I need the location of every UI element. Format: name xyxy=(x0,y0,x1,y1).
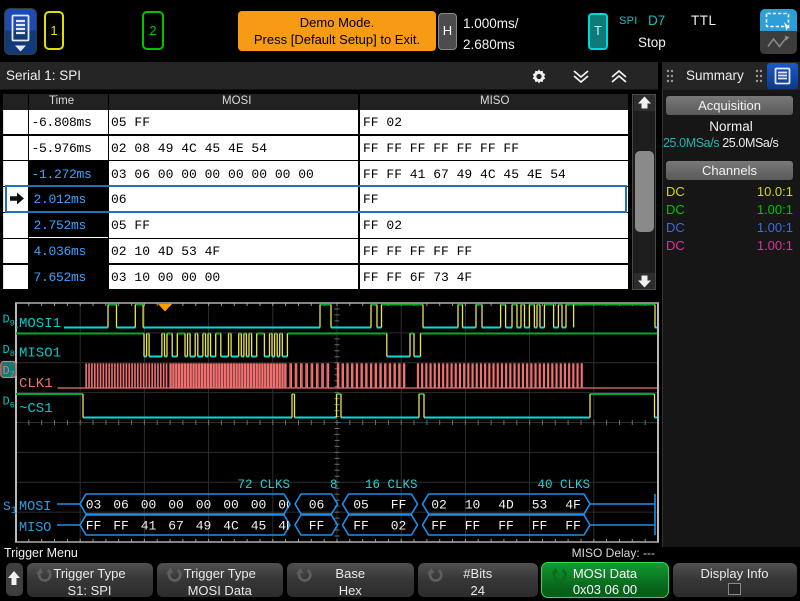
svg-text:02: 02 xyxy=(431,498,447,513)
svg-text:FF: FF xyxy=(309,519,325,534)
svg-text:00: 00 xyxy=(196,498,212,513)
svg-text:FF: FF xyxy=(391,498,407,513)
svg-text:D6: D6 xyxy=(3,394,15,410)
svg-text:06: 06 xyxy=(309,498,325,513)
svg-text:4F: 4F xyxy=(565,498,581,513)
svg-text:D9: D9 xyxy=(3,313,15,329)
svg-text:00: 00 xyxy=(251,498,267,513)
svg-text:45: 45 xyxy=(251,519,267,534)
svg-text:4D: 4D xyxy=(498,498,514,513)
svg-text:00: 00 xyxy=(278,498,294,513)
svg-text:49: 49 xyxy=(196,519,212,534)
svg-text:10: 10 xyxy=(465,498,481,513)
svg-text:40 CLKS: 40 CLKS xyxy=(537,478,590,492)
svg-text:67: 67 xyxy=(168,519,184,534)
svg-text:03: 03 xyxy=(86,498,102,513)
svg-text:MOSI1: MOSI1 xyxy=(19,316,61,332)
svg-text:00: 00 xyxy=(168,498,184,513)
svg-text:CLK1: CLK1 xyxy=(19,376,53,392)
svg-text:D8: D8 xyxy=(3,343,15,359)
svg-text:72 CLKS: 72 CLKS xyxy=(237,478,290,492)
svg-text:MISO: MISO xyxy=(19,521,51,536)
svg-text:FF: FF xyxy=(498,519,514,534)
svg-text:MOSI: MOSI xyxy=(19,500,51,515)
svg-text:MISO1: MISO1 xyxy=(19,346,61,362)
svg-text:~CS1: ~CS1 xyxy=(19,401,53,417)
svg-text:4E: 4E xyxy=(278,519,294,534)
svg-text:FF: FF xyxy=(465,519,481,534)
svg-text:41: 41 xyxy=(141,519,157,534)
svg-text:FF: FF xyxy=(353,519,369,534)
svg-text:02: 02 xyxy=(391,519,407,534)
svg-text:05: 05 xyxy=(353,498,369,513)
svg-text:06: 06 xyxy=(113,498,129,513)
svg-text:FF: FF xyxy=(86,519,102,534)
svg-text:53: 53 xyxy=(532,498,548,513)
svg-text:4C: 4C xyxy=(223,519,239,534)
svg-text:16 CLKS: 16 CLKS xyxy=(365,478,418,492)
svg-text:FF: FF xyxy=(565,519,581,534)
svg-text:FF: FF xyxy=(431,519,447,534)
svg-text:FF: FF xyxy=(113,519,129,534)
svg-text:FF: FF xyxy=(532,519,548,534)
svg-text:00: 00 xyxy=(223,498,239,513)
svg-text:8: 8 xyxy=(330,478,338,492)
svg-text:00: 00 xyxy=(141,498,157,513)
svg-text:S1: S1 xyxy=(3,499,17,517)
